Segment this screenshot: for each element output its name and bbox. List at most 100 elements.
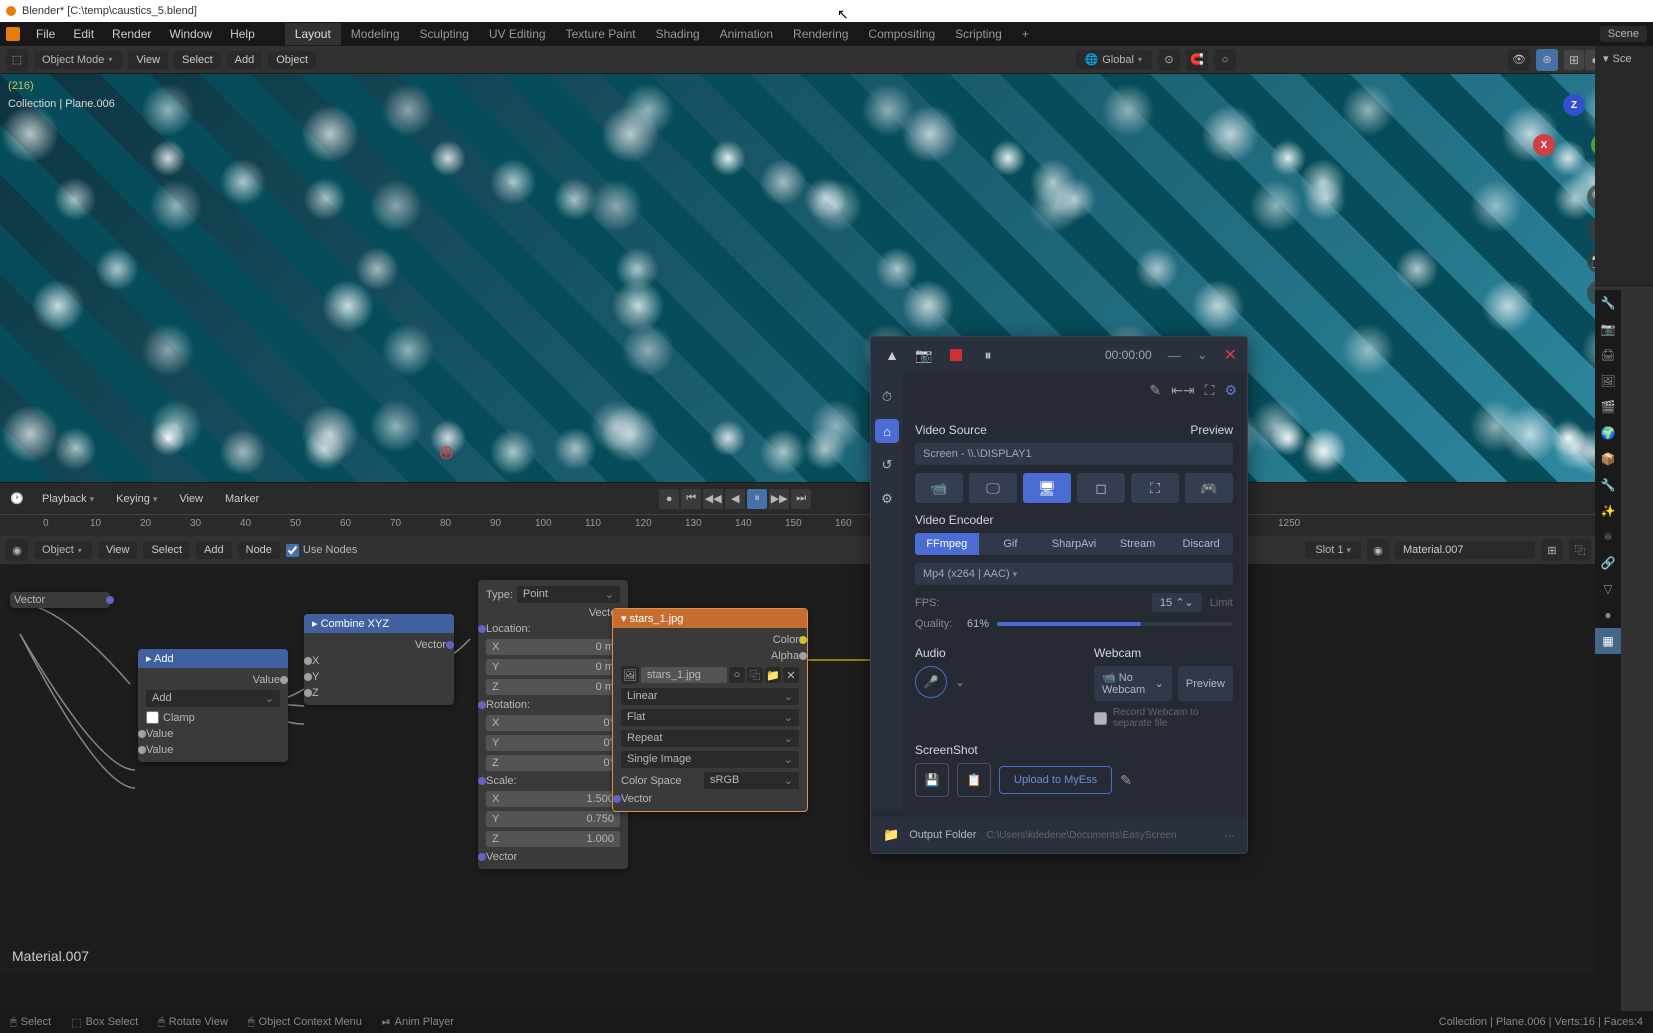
encoder-tab-ffmpeg[interactable]: FFmpeg — [915, 533, 979, 555]
image-filename-field[interactable]: stars_1.jpg — [641, 667, 727, 683]
next-key-icon[interactable]: ▶▶ — [769, 489, 789, 509]
webcam-select[interactable]: 📹 No Webcam⌄ — [1094, 666, 1172, 701]
source-fullscreen-icon[interactable]: ⛶ — [1131, 473, 1179, 503]
gizmo-toggle-icon[interactable]: ⊕ — [1536, 49, 1558, 71]
image-browse-icon[interactable]: 🖼 — [621, 666, 639, 684]
menu-file[interactable]: File — [28, 25, 63, 43]
toolbar-view[interactable]: View — [128, 51, 168, 69]
recorder-close-icon[interactable]: ✕ — [1224, 345, 1237, 365]
clamp-checkbox[interactable] — [146, 711, 159, 724]
mapping-type-select[interactable]: Point — [517, 586, 620, 603]
timeline-view[interactable]: View — [171, 490, 211, 508]
node-combine-xyz[interactable]: ▸ Combine XYZ Vector X Y Z — [304, 614, 454, 705]
recorder-home-icon[interactable]: ⌂ — [875, 419, 899, 443]
menu-window[interactable]: Window — [161, 25, 220, 43]
node-vector[interactable]: Vector — [10, 592, 110, 608]
interp-select[interactable]: Linear — [621, 688, 799, 705]
prop-tab-object-icon[interactable]: 📦 — [1595, 446, 1621, 472]
prop-tab-tool-icon[interactable]: 🔧 — [1595, 290, 1621, 316]
encoder-tab-gif[interactable]: Gif — [979, 533, 1043, 555]
preview-link[interactable]: Preview — [1190, 423, 1233, 437]
axis-x[interactable]: X — [1533, 134, 1555, 156]
rot-x-field[interactable]: X0° — [486, 715, 620, 731]
jump-end-icon[interactable]: ⏭ — [791, 489, 811, 509]
material-browse-icon[interactable]: ◉ — [1367, 539, 1389, 561]
screenshot-edit-icon[interactable]: ✎ — [1120, 772, 1132, 789]
shader-type-dropdown[interactable]: Object — [34, 541, 92, 559]
crop-icon[interactable]: ⛶ — [1205, 382, 1215, 399]
prop-tab-scene-icon[interactable]: 🎬 — [1595, 394, 1621, 420]
extension-select[interactable]: Repeat — [621, 730, 799, 747]
ne-add[interactable]: Add — [196, 541, 232, 559]
tab-shading[interactable]: Shading — [646, 23, 710, 45]
timeline-marker[interactable]: Marker — [217, 490, 267, 508]
mic-icon[interactable]: 🎤 — [915, 666, 947, 698]
blender-logo-icon[interactable] — [6, 27, 20, 41]
jump-start-icon[interactable]: ⏮ — [681, 489, 701, 509]
prop-tab-physics-icon[interactable]: ⚛ — [1595, 524, 1621, 550]
prop-tab-output-icon[interactable]: 🖨 — [1595, 342, 1621, 368]
prop-tab-modifier-icon[interactable]: 🔧 — [1595, 472, 1621, 498]
source-window-icon[interactable]: 🖵 — [969, 473, 1017, 503]
pause-icon[interactable]: ⏸ — [747, 489, 767, 509]
recorder-collapse-icon[interactable]: ▲ — [881, 344, 903, 366]
recorder-expand-icon[interactable]: ⌄ — [1197, 347, 1208, 363]
node-mapping[interactable]: Type:Point Vector Location: X0 m Y0 m Z0… — [478, 580, 628, 869]
tab-compositing[interactable]: Compositing — [858, 23, 945, 45]
orientation-dropdown[interactable]: 🌐 Global — [1076, 50, 1152, 69]
axis-z[interactable]: Z — [1563, 94, 1585, 116]
mode-dropdown[interactable]: Object Mode — [34, 51, 122, 69]
image-new-icon[interactable]: ⿻ — [747, 667, 763, 683]
node-editor[interactable]: ◉ Object View Select Add Node Use Nodes … — [0, 536, 1653, 974]
node-header[interactable]: ▾ stars_1.jpg — [613, 609, 807, 628]
timeline-keying[interactable]: Keying — [108, 490, 165, 508]
prop-tab-render-icon[interactable]: 📷 — [1595, 316, 1621, 342]
upload-button[interactable]: Upload to MyEss — [999, 766, 1112, 794]
source-screen-icon[interactable]: 🖥 — [1023, 473, 1071, 503]
node-header[interactable]: ▸ Add — [138, 649, 288, 668]
proportional-icon[interactable]: ○ — [1214, 49, 1236, 71]
ne-view[interactable]: View — [98, 541, 138, 559]
screen-recorder-panel[interactable]: ▲ 📷 ⏸ 00:00:00 — ⌄ ✕ ⏱ ⌂ ↺ ⚙ ✎ ⇤⇥ ⛶ ⚙ Vi… — [870, 336, 1248, 854]
source-region-icon[interactable]: ◻ — [1077, 473, 1125, 503]
encoder-tab-sharpavi[interactable]: SharpAvi — [1042, 533, 1106, 555]
prop-tab-material-icon[interactable]: ● — [1595, 602, 1621, 628]
new-material-icon[interactable]: ⊞ — [1541, 539, 1563, 561]
overlay-toggle-icon[interactable]: 👁 — [1508, 49, 1530, 71]
scale-z-field[interactable]: Z1.000 — [486, 831, 620, 847]
recorder-record-button[interactable] — [945, 344, 967, 366]
source-field[interactable]: Screen - \\.\DISPLAY1 — [915, 443, 1233, 465]
encoder-tab-stream[interactable]: Stream — [1106, 533, 1170, 555]
prop-tab-world-icon[interactable]: 🌍 — [1595, 420, 1621, 446]
source-camera-icon[interactable]: 📹 — [915, 473, 963, 503]
shading-wireframe-icon[interactable]: ⊞ — [1564, 50, 1584, 70]
scene-selector[interactable]: Scene — [1600, 26, 1647, 42]
editor-type-icon[interactable]: ⬚ — [6, 49, 28, 71]
quality-slider[interactable] — [997, 622, 1233, 626]
folder-icon[interactable]: 📁 — [883, 827, 899, 843]
tab-modeling[interactable]: Modeling — [341, 23, 410, 45]
crop-width-icon[interactable]: ⇤⇥ — [1171, 382, 1194, 399]
tab-animation[interactable]: Animation — [710, 23, 783, 45]
tab-uv-editing[interactable]: UV Editing — [479, 23, 556, 45]
timeline-ruler[interactable]: 0 10 20 30 40 50 60 70 80 90 100 110 120… — [0, 514, 1653, 536]
menu-help[interactable]: Help — [222, 25, 263, 43]
screenshot-clipboard-icon[interactable]: 📋 — [957, 763, 991, 797]
timeline-editor-icon[interactable]: 🕐 — [6, 488, 28, 510]
copy-material-icon[interactable]: ⿻ — [1569, 539, 1591, 561]
tab-texture-paint[interactable]: Texture Paint — [556, 23, 646, 45]
tab-rendering[interactable]: Rendering — [783, 23, 858, 45]
shader-editor-icon[interactable]: ◉ — [6, 539, 28, 561]
gear-icon[interactable]: ⚙ — [1224, 382, 1237, 399]
tab-scripting[interactable]: Scripting — [945, 23, 1012, 45]
ne-node[interactable]: Node — [238, 541, 280, 559]
prop-tab-constraint-icon[interactable]: 🔗 — [1595, 550, 1621, 576]
rot-z-field[interactable]: Z0° — [486, 755, 620, 771]
toolbar-add[interactable]: Add — [227, 51, 263, 69]
tab-sculpting[interactable]: Sculpting — [410, 23, 479, 45]
loc-x-field[interactable]: X0 m — [486, 639, 620, 655]
image-unlink-icon[interactable]: ✕ — [783, 667, 799, 683]
recorder-minimize-icon[interactable]: — — [1168, 348, 1181, 363]
timeline-playback[interactable]: Playback — [34, 490, 102, 508]
recorder-pause-button[interactable]: ⏸ — [977, 344, 999, 366]
